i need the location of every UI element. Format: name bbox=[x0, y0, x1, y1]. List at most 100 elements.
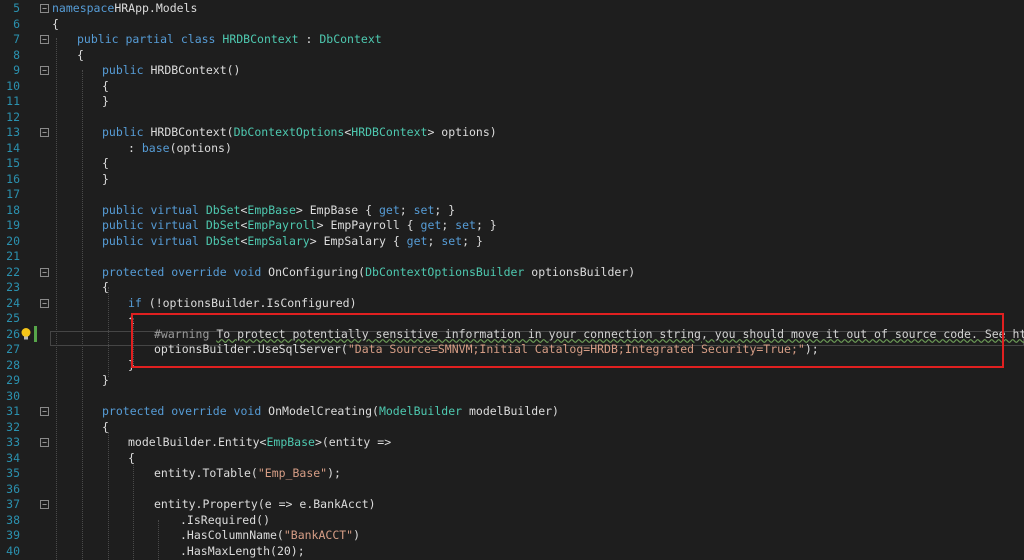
code-token: > EmpBase { bbox=[295, 202, 379, 217]
code-token: DbContextOptionsBuilder bbox=[365, 264, 525, 279]
code-token: ); bbox=[327, 466, 341, 480]
line-number: 15 bbox=[6, 156, 20, 170]
collapse-icon[interactable]: − bbox=[40, 500, 49, 509]
code-token: public partial class bbox=[77, 32, 223, 46]
code-token: ModelBuilder bbox=[378, 404, 463, 418]
line-number: 39 bbox=[6, 528, 20, 542]
code-text: protected override void OnConfiguring(Db… bbox=[102, 265, 635, 281]
code-line[interactable]: 31 − protected override void OnModelCreati… bbox=[0, 404, 1024, 420]
code-token: > EmpPayroll { bbox=[316, 218, 421, 232]
code-line[interactable]: 32 { bbox=[0, 420, 1024, 436]
code-line[interactable]: 33 − modelBuilder.Entity<EmpBase>(entity =… bbox=[0, 435, 1024, 451]
code-token: (!optionsBuilder.IsConfigured) bbox=[148, 295, 357, 310]
line-number: 9 bbox=[13, 63, 20, 77]
code-line[interactable]: 39 .HasColumnName("BankACCT") bbox=[0, 528, 1024, 544]
code-line[interactable]: 36 bbox=[0, 482, 1024, 498]
code-token: modelBuilder.Entity< bbox=[128, 435, 267, 449]
line-number: 8 bbox=[13, 47, 20, 62]
code-token: public virtual bbox=[102, 218, 206, 232]
line-number: 5 bbox=[13, 1, 20, 15]
code-line[interactable]: 20 public virtual DbSet<EmpSalary> EmpSal… bbox=[0, 234, 1024, 250]
code-text: { bbox=[102, 79, 109, 95]
code-line[interactable]: 13 − public HRDBContext(DbContextOptions<H… bbox=[0, 125, 1024, 141]
code-token: entity.ToTable( bbox=[154, 466, 258, 480]
code-line[interactable]: 34 { bbox=[0, 451, 1024, 467]
code-line[interactable]: 16} bbox=[0, 172, 1024, 188]
collapse-icon[interactable]: − bbox=[40, 438, 49, 447]
code-text: public virtual DbSet<EmpSalary> EmpSalar… bbox=[102, 234, 483, 250]
code-line[interactable]: 6{ bbox=[0, 17, 1024, 33]
code-token: EmpPayroll bbox=[247, 218, 317, 232]
collapse-icon[interactable]: − bbox=[40, 66, 49, 75]
code-text: { bbox=[128, 451, 135, 467]
code-line[interactable]: 15 { bbox=[0, 156, 1024, 172]
line-number: 40 bbox=[6, 543, 20, 558]
code-token: set bbox=[455, 218, 476, 232]
line-number: 33 bbox=[6, 435, 20, 449]
code-token: entity.Property(e => e.BankAcct) bbox=[154, 497, 376, 511]
code-token: public virtual bbox=[102, 202, 206, 217]
line-number: 11 bbox=[6, 94, 20, 108]
code-line[interactable]: 23 { bbox=[0, 280, 1024, 296]
code-token: DbSet bbox=[205, 233, 241, 248]
code-line[interactable]: 22 − protected override void OnConfiguring… bbox=[0, 265, 1024, 281]
line-number: 6 bbox=[13, 16, 20, 31]
code-line[interactable]: 24 − if (!optionsBuilder.IsConfigured) bbox=[0, 296, 1024, 312]
code-line[interactable]: 37 − entity.Property(e => e.BankAcct) bbox=[0, 497, 1024, 513]
collapse-icon[interactable]: − bbox=[40, 267, 49, 277]
code-line[interactable]: 35 entity.ToTable("Emp_Base"); bbox=[0, 466, 1024, 482]
code-text: modelBuilder.Entity<EmpBase>(entity => bbox=[128, 435, 391, 451]
line-number: 29 bbox=[6, 373, 20, 387]
line-number: 24 bbox=[6, 295, 20, 310]
collapse-icon[interactable]: − bbox=[40, 407, 49, 416]
code-line[interactable]: 40 .HasMaxLength(20); bbox=[0, 544, 1024, 560]
code-line[interactable]: 11} bbox=[0, 94, 1024, 110]
line-number: 12 bbox=[6, 109, 20, 124]
code-token: set bbox=[413, 202, 435, 217]
code-token: set bbox=[441, 233, 463, 248]
code-token: .HasMaxLength( bbox=[180, 543, 277, 558]
code-line[interactable]: 17 bbox=[0, 187, 1024, 203]
line-number: 10 bbox=[6, 78, 20, 93]
code-token: .IsRequired() bbox=[180, 512, 271, 527]
line-number: 32 bbox=[6, 419, 20, 434]
line-number: 22 bbox=[6, 264, 20, 279]
code-line[interactable]: 21 bbox=[0, 249, 1024, 265]
line-number: 36 bbox=[6, 481, 20, 496]
code-text: .HasMaxLength(20); bbox=[180, 544, 305, 560]
code-line[interactable]: 19 public virtual DbSet<EmpPayroll> EmpPa… bbox=[0, 218, 1024, 234]
code-token: DbSet bbox=[205, 218, 241, 232]
code-token: public bbox=[102, 63, 151, 77]
line-number: 35 bbox=[6, 466, 20, 480]
collapse-icon[interactable]: − bbox=[40, 4, 49, 13]
collapse-icon[interactable]: − bbox=[40, 298, 49, 308]
code-text: { bbox=[102, 156, 109, 172]
code-line[interactable]: 30 bbox=[0, 389, 1024, 405]
code-token: .HasColumnName( bbox=[180, 528, 284, 542]
code-line[interactable]: 12 bbox=[0, 110, 1024, 126]
code-token: { bbox=[52, 16, 59, 31]
code-line[interactable]: 14: base(options) bbox=[0, 141, 1024, 157]
code-text: entity.ToTable("Emp_Base"); bbox=[154, 466, 341, 482]
code-token: 20 bbox=[276, 543, 291, 558]
code-line[interactable]: 10 { bbox=[0, 79, 1024, 95]
line-number: 13 bbox=[6, 125, 20, 139]
line-number: 30 bbox=[6, 388, 20, 403]
code-token: { bbox=[102, 156, 109, 170]
code-line[interactable]: 9 − public HRDBContext() bbox=[0, 63, 1024, 79]
code-token: { bbox=[102, 78, 109, 93]
code-line[interactable]: 18 public virtual DbSet<EmpBase> EmpBase … bbox=[0, 203, 1024, 219]
code-editor[interactable]: 5− namespaceHRApp.Models 6{7− public partia… bbox=[0, 0, 1024, 560]
code-token: if bbox=[128, 295, 149, 310]
code-token: ; bbox=[399, 202, 414, 217]
collapse-icon[interactable]: − bbox=[40, 128, 49, 137]
code-text: .HasColumnName("BankACCT") bbox=[180, 528, 360, 544]
code-line[interactable]: 38 .IsRequired() bbox=[0, 513, 1024, 529]
code-line[interactable]: 7 − public partial class HRDBContext : DbC… bbox=[0, 32, 1024, 48]
code-line[interactable]: 29} bbox=[0, 373, 1024, 389]
code-token: DbContext bbox=[319, 32, 382, 46]
collapse-icon[interactable]: − bbox=[40, 35, 49, 44]
code-token: ; } bbox=[475, 218, 497, 232]
code-line[interactable]: 8{ bbox=[0, 48, 1024, 64]
code-line[interactable]: 5 − namespaceHRApp.Models bbox=[0, 1, 1024, 17]
